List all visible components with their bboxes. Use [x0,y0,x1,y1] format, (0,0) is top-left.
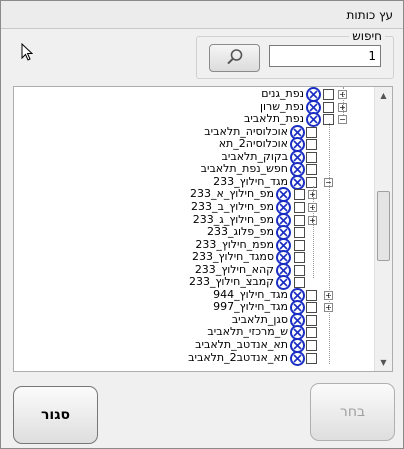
unit-icon [290,350,305,366]
tree-row-checkbox[interactable] [306,126,317,138]
tree-row-checkbox[interactable] [294,214,305,226]
tree-row-checkbox[interactable] [306,164,317,176]
tree-connector-line [329,123,330,364]
tree-row-checkbox[interactable] [323,89,334,100]
mouse-cursor-icon [21,42,34,64]
scroll-up-icon[interactable]: ▲ [375,87,392,104]
window-title: עץ כותות [346,8,393,22]
tree-rows: + נפת_גנים + נפת_שרון − נפת_תלאביב אוכלוסיה_תל… [14,87,375,371]
select-button[interactable]: בחר [310,383,395,441]
tree-row-checkbox[interactable] [294,201,305,213]
tree-row-checkbox[interactable] [306,151,317,163]
tree-row-checkbox[interactable] [294,227,305,239]
tree-row-checkbox[interactable] [306,289,317,301]
tree-row-checkbox[interactable] [306,340,317,351]
close-button[interactable]: סגור [13,386,98,444]
search-button[interactable] [209,44,260,72]
tree-row-checkbox[interactable] [323,101,334,113]
tree-connector-line [343,87,344,115]
scroll-down-icon[interactable]: ▼ [375,354,392,371]
tree-row-checkbox[interactable] [294,277,305,289]
search-legend: חיפוש [349,29,385,43]
tree-connector-line [313,186,314,278]
tree-row-checkbox[interactable] [294,239,305,251]
tree-row-checkbox[interactable] [306,327,317,339]
tree-view[interactable]: + נפת_גנים + נפת_שרון − נפת_תלאביב אוכלוסיה_תל… [13,86,393,372]
scroll-thumb[interactable] [377,191,390,261]
tree-row-checkbox[interactable] [294,189,305,201]
tree-row-checkbox[interactable] [294,264,305,276]
search-input[interactable] [269,45,381,67]
tree-row[interactable]: תא_אנדטב2_תלאביב [14,350,375,366]
tree-row-checkbox[interactable] [294,252,305,264]
dialog-window: עץ כותות חיפוש +נפת_גנים+נפת_שרון−נפת_תל… [0,0,404,449]
tree-row-checkbox[interactable] [306,302,317,314]
tree-row-checkbox[interactable] [306,314,317,326]
search-group: חיפוש [196,29,394,79]
vertical-scrollbar[interactable]: ▲ ▼ [374,87,392,371]
tree-row-label: תא_אנדטב2_תלאביב [188,350,288,364]
magnifier-icon [226,48,244,69]
title-bar: עץ כותות [1,1,403,29]
tree-row-checkbox[interactable] [306,352,317,364]
tree-row-checkbox[interactable] [306,176,317,188]
collapse-icon[interactable]: − [338,115,347,125]
tree-row-checkbox[interactable] [306,139,317,151]
